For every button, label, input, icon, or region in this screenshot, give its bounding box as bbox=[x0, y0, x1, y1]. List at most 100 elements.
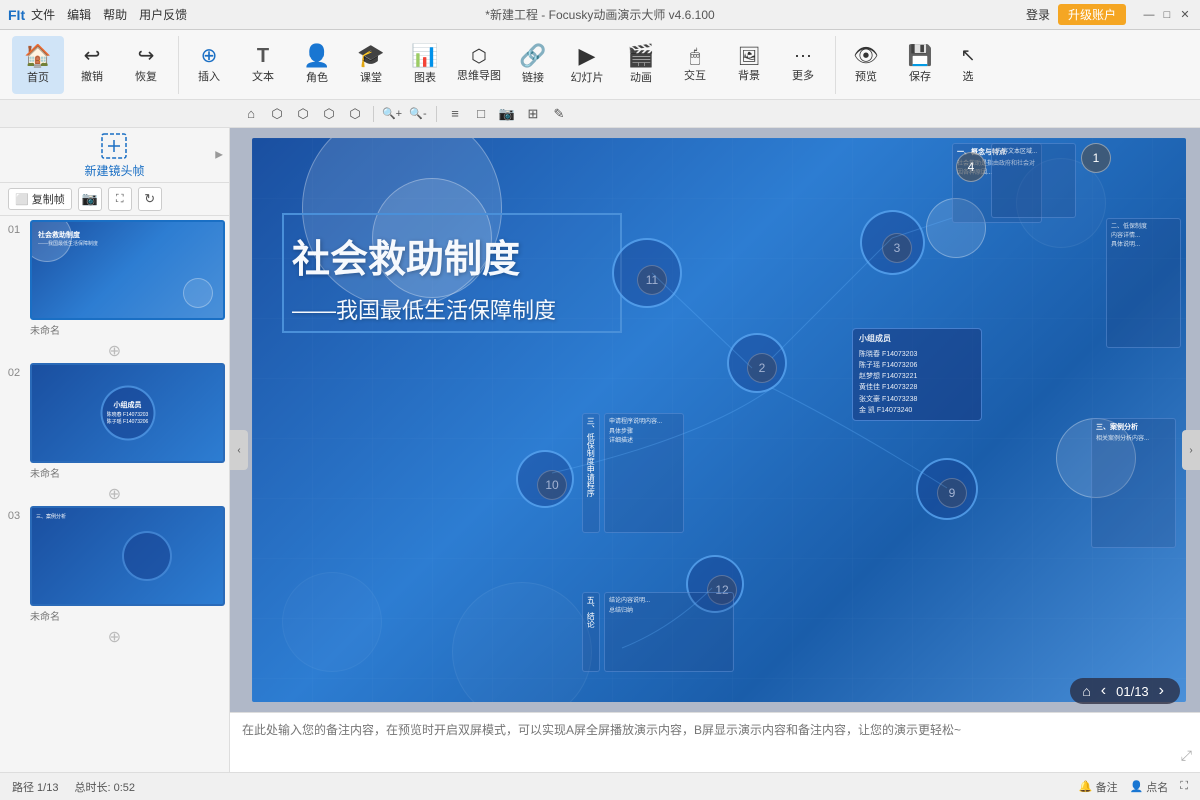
toolbar-insert[interactable]: ⊕ 插入 bbox=[183, 36, 235, 94]
toolbar-select-label: 选 bbox=[963, 68, 974, 84]
titlebar-left: FIt 文件 编辑 帮助 用户反馈 bbox=[8, 6, 187, 23]
upgrade-button[interactable]: 升级账户 bbox=[1058, 4, 1126, 25]
nav-home-button[interactable]: ⌂ bbox=[1082, 683, 1090, 699]
canvas-home-btn[interactable]: ⌂ bbox=[240, 103, 262, 125]
menu-feedback[interactable]: 用户反馈 bbox=[139, 6, 187, 23]
slide-label-2: 未命名 bbox=[30, 465, 225, 480]
case-analysis-box[interactable]: 三、案例分析 相关案例分析内容... bbox=[1091, 418, 1176, 548]
content-box-right[interactable]: 二、低保制度内容详情...具体说明... bbox=[1106, 218, 1181, 348]
role-icon: 👤 bbox=[303, 45, 330, 67]
toolbar-anim-label: 动画 bbox=[630, 69, 652, 85]
collapse-sidebar-button[interactable]: ‹ bbox=[230, 430, 248, 470]
toolbar-role[interactable]: 👤 角色 bbox=[291, 36, 343, 94]
new-frame-icon bbox=[100, 132, 128, 160]
toolbar-group-tools: ⊕ 插入 T 文本 👤 角色 🎓 课堂 📊 图表 ⬡ 思维导图 🔗 链接 ▶ bbox=[178, 36, 833, 94]
slide-add-2[interactable]: ⊕ bbox=[4, 484, 225, 504]
login-button[interactable]: 登录 bbox=[1026, 6, 1050, 23]
toolbar-save-label: 保存 bbox=[909, 68, 931, 84]
toolbar-text[interactable]: T 文本 bbox=[237, 36, 289, 94]
fit-button[interactable]: ⛶ bbox=[1180, 780, 1188, 793]
toolbar-class[interactable]: 🎓 课堂 bbox=[345, 36, 397, 94]
statusbar: 路径 1/13 总时长: 0:52 🔔 备注 👤 点名 ⛶ bbox=[0, 772, 1200, 800]
camera-btn[interactable]: 📷 bbox=[496, 103, 518, 125]
toolbar-anim[interactable]: 🎬 动画 bbox=[615, 36, 667, 94]
nav-next-button[interactable]: › bbox=[1155, 682, 1168, 700]
toolbar-select[interactable]: ↖ 选 bbox=[948, 36, 988, 94]
node-4[interactable]: 4 bbox=[956, 152, 986, 182]
toolbar-home[interactable]: 🏠 首页 bbox=[12, 36, 64, 94]
group-member-2: 陈子瑶 F14073206 bbox=[859, 360, 975, 371]
slide-item-3[interactable]: 03 三、案例分析 bbox=[4, 506, 225, 606]
group-member-5: 张文豪 F14073238 bbox=[859, 394, 975, 405]
new-frame-button[interactable]: 新建镜头帧 ▶ bbox=[0, 128, 229, 183]
canvas-hex3-btn[interactable]: ⬡ bbox=[318, 103, 340, 125]
node-1[interactable]: 1 bbox=[1081, 143, 1111, 173]
link-icon: 🔗 bbox=[519, 45, 546, 67]
notes-input[interactable] bbox=[230, 713, 1200, 772]
slide-item-2[interactable]: 02 小组成员 陈晓春 F14073203陈子瑶 F14073206 bbox=[4, 363, 225, 463]
notes-expand-button[interactable]: ⤢ bbox=[1181, 747, 1192, 764]
menu-help[interactable]: 帮助 bbox=[103, 6, 127, 23]
camera-frame-button[interactable]: 📷 bbox=[78, 187, 102, 211]
restore-button[interactable]: □ bbox=[1160, 8, 1174, 22]
nav-prev-button[interactable]: ‹ bbox=[1097, 682, 1110, 700]
grid-btn[interactable]: ⊞ bbox=[522, 103, 544, 125]
slide-thumb-2[interactable]: 小组成员 陈晓春 F14073203陈子瑶 F14073206 bbox=[30, 363, 225, 463]
points-label: 点名 bbox=[1146, 779, 1168, 795]
slide-num-2: 02 bbox=[4, 363, 24, 463]
toolbar-save[interactable]: 💾 保存 bbox=[894, 36, 946, 94]
edit-btn[interactable]: ✎ bbox=[548, 103, 570, 125]
slide-item-1[interactable]: 01 社会救助制度 ——我国最低生活保障制度 bbox=[4, 220, 225, 320]
align-btn[interactable]: ≡ bbox=[444, 103, 466, 125]
zoom-out-btn[interactable]: 🔍- bbox=[407, 103, 429, 125]
canvas-hex1-btn[interactable]: ⬡ bbox=[266, 103, 288, 125]
menu-file[interactable]: 文件 bbox=[31, 6, 55, 23]
frame-btn[interactable]: □ bbox=[470, 103, 492, 125]
menu-bar: 文件 编辑 帮助 用户反馈 bbox=[31, 6, 187, 23]
conclusion-detail[interactable]: 结论内容说明...总结归纳 bbox=[604, 592, 734, 672]
toolbar-mindmap[interactable]: ⬡ 思维导图 bbox=[453, 36, 505, 94]
zoom-in-btn[interactable]: 🔍+ bbox=[381, 103, 403, 125]
toolbar-redo[interactable]: ↪ 恢复 bbox=[120, 36, 172, 94]
toolbar-slideshow[interactable]: ▶ 幻灯片 bbox=[561, 36, 613, 94]
menu-edit[interactable]: 编辑 bbox=[67, 6, 91, 23]
toolbar-preview[interactable]: 👁 预览 bbox=[840, 36, 892, 94]
close-button[interactable]: ✕ bbox=[1178, 8, 1192, 22]
more-icon: ⋯ bbox=[794, 47, 812, 65]
save-icon: 💾 bbox=[908, 46, 933, 66]
toolbar-link[interactable]: 🔗 链接 bbox=[507, 36, 559, 94]
slide-add-1[interactable]: ⊕ bbox=[4, 341, 225, 361]
toolbar-bg[interactable]: 🖼 背景 bbox=[723, 36, 775, 94]
toolbar-insert-label: 插入 bbox=[198, 68, 220, 84]
points-button[interactable]: 👤 点名 bbox=[1130, 779, 1169, 795]
toolbar-more[interactable]: ⋯ 更多 bbox=[777, 36, 829, 94]
slide-thumb-3[interactable]: 三、案例分析 bbox=[30, 506, 225, 606]
node-circle-11 bbox=[612, 238, 682, 308]
main-toolbar: 🏠 首页 ↩ 撤销 ↪ 恢复 ⊕ 插入 T 文本 👤 角色 🎓 课堂 📊 bbox=[0, 30, 1200, 100]
toolbar-chart[interactable]: 📊 图表 bbox=[399, 36, 451, 94]
slide-add-3[interactable]: ⊕ bbox=[4, 627, 225, 647]
sync-frame-button[interactable]: ↻ bbox=[138, 187, 162, 211]
copy-frame-button[interactable]: ⬜ 复制帧 bbox=[8, 188, 72, 210]
fit-frame-button[interactable]: ⛶ bbox=[108, 187, 132, 211]
statusbar-left: 路径 1/13 总时长: 0:52 bbox=[12, 779, 135, 795]
vertical-text-box: 三、低保制度申请程序 bbox=[582, 413, 600, 533]
minimize-button[interactable]: — bbox=[1142, 8, 1156, 22]
slide-list: 01 社会救助制度 ——我国最低生活保障制度 未命名 ⊕ 02 bbox=[0, 216, 229, 772]
canvas-hex2-btn[interactable]: ⬡ bbox=[292, 103, 314, 125]
toolbar-interact[interactable]: 🖱 交互 bbox=[669, 36, 721, 94]
collapse-right-button[interactable]: › bbox=[1182, 430, 1200, 470]
toolbar-undo[interactable]: ↩ 撤销 bbox=[66, 36, 118, 94]
toolbar-bg-label: 背景 bbox=[738, 67, 760, 83]
content-box-4[interactable]: 内容文本区域... bbox=[991, 143, 1076, 218]
slide-thumb-1[interactable]: 社会救助制度 ——我国最低生活保障制度 bbox=[30, 220, 225, 320]
slide-1-sub: ——我国最低生活保障制度 bbox=[38, 240, 98, 247]
canvas-hex4-btn[interactable]: ⬡ bbox=[344, 103, 366, 125]
notes-button[interactable]: 🔔 备注 bbox=[1079, 779, 1118, 795]
slide-2-title: 小组成员 陈晓春 F14073203陈子瑶 F14073206 bbox=[103, 400, 153, 426]
undo-icon: ↩ bbox=[84, 46, 101, 66]
insert-icon: ⊕ bbox=[201, 46, 218, 66]
vertical-detail-box[interactable]: 申请程序说明内容...具体步骤详细描述 bbox=[604, 413, 684, 533]
titlebar-right: 登录 升级账户 — □ ✕ bbox=[1026, 4, 1192, 25]
main-canvas[interactable]: 社会救助制度 ——我国最低生活保障制度 11 3 一、概念与特点 社会救助是指由… bbox=[230, 128, 1200, 712]
